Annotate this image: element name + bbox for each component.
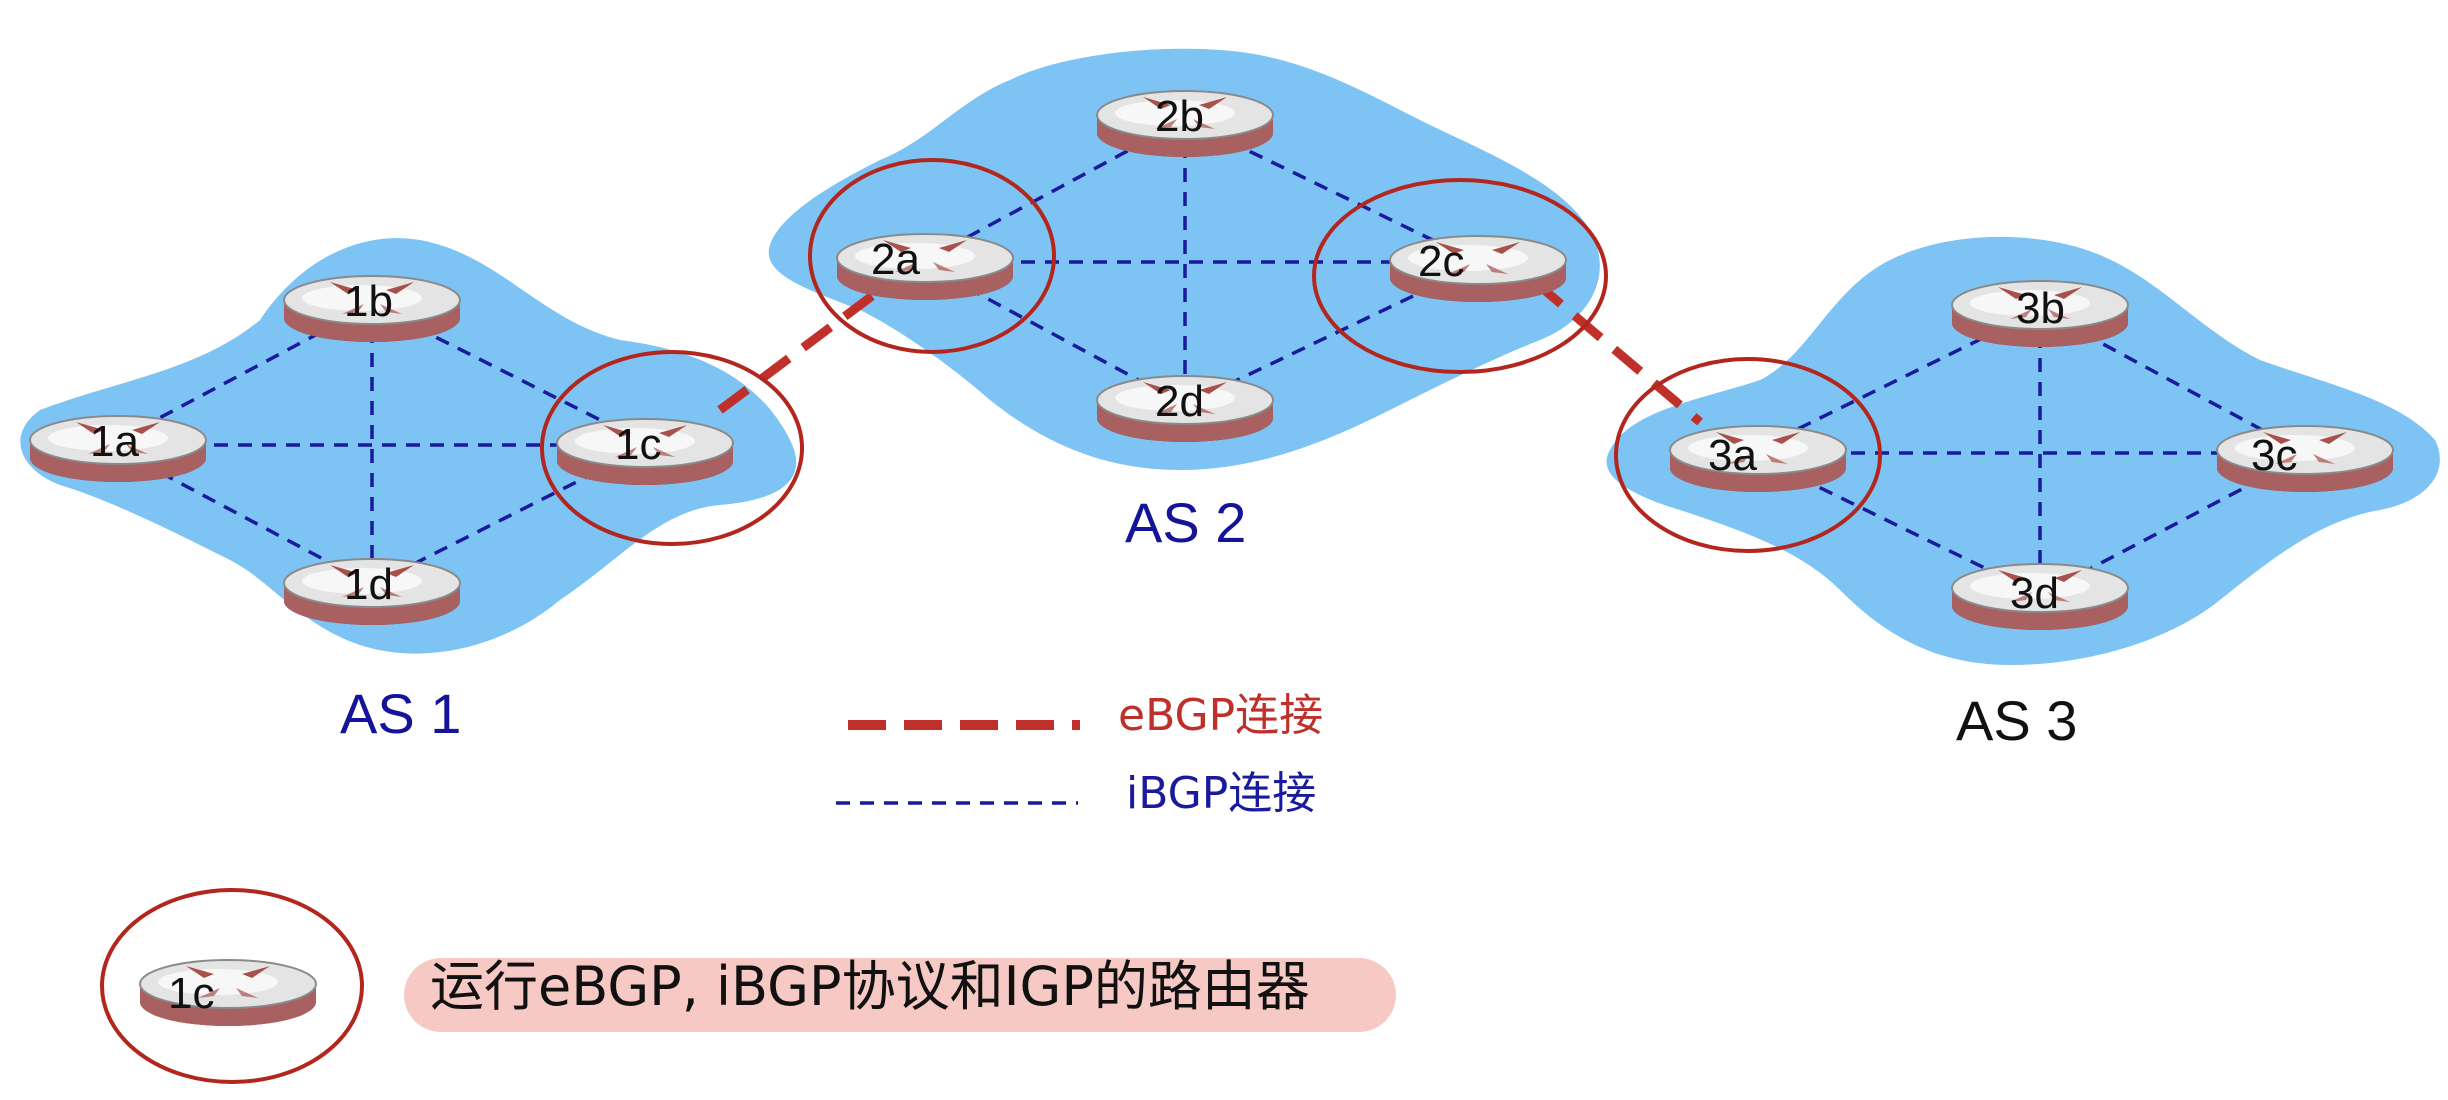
router-1b[interactable]: 1b [283,275,461,343]
router-3a[interactable]: 3a [1669,425,1847,493]
router-1d[interactable]: 1d [283,558,461,626]
router-label: 2c [1418,237,1464,286]
as2-label: AS 2 [1125,491,1246,554]
legend-ibgp-label: iBGP连接 [1126,768,1316,819]
router-1c[interactable]: 1c [556,418,734,486]
router-label: 1d [344,560,393,609]
router-2a[interactable]: 2a [836,233,1014,301]
router-icon [1389,235,1567,303]
router-label: 3b [2016,284,2065,333]
router-label: 2b [1155,92,1204,141]
legend-router: 1c [139,959,317,1027]
router-label: 3d [2010,569,2059,618]
router-label: 1a [90,417,139,466]
router-label: 1b [344,277,393,326]
router-icon [836,233,1014,301]
router-2d[interactable]: 2d [1096,375,1274,443]
router-3b[interactable]: 3b [1951,280,2129,348]
router-2c[interactable]: 2c [1389,235,1567,303]
caption-text: 运行eBGP, iBGP协议和IGP的路由器 [430,955,1310,1018]
router-label: 1c [615,420,661,469]
as3-label: AS 3 [1956,689,2077,752]
bgp-topology-diagram: 1a 1b 1c 1d 2a 2b 2c 2d 3a 3b 3c 3d AS 1… [20,48,2440,1084]
router-label: 2d [1155,377,1204,426]
ebgp-link-1c-2a [717,286,883,414]
router-icon [1669,425,1847,493]
router-2b[interactable]: 2b [1096,90,1274,158]
ebgp-link-2c-3a [1532,278,1703,426]
router-icon [2216,425,2394,493]
as1-label: AS 1 [340,682,461,745]
router-label: 3c [2251,431,2297,480]
router-label: 1c [168,969,214,1018]
router-icon [139,959,317,1027]
legend-ebgp-label: eBGP连接 [1118,690,1323,741]
router-3d[interactable]: 3d [1951,563,2129,631]
router-3c[interactable]: 3c [2216,425,2394,493]
router-1a[interactable]: 1a [29,415,207,483]
router-label: 3a [1708,431,1757,480]
router-label: 2a [871,235,920,284]
